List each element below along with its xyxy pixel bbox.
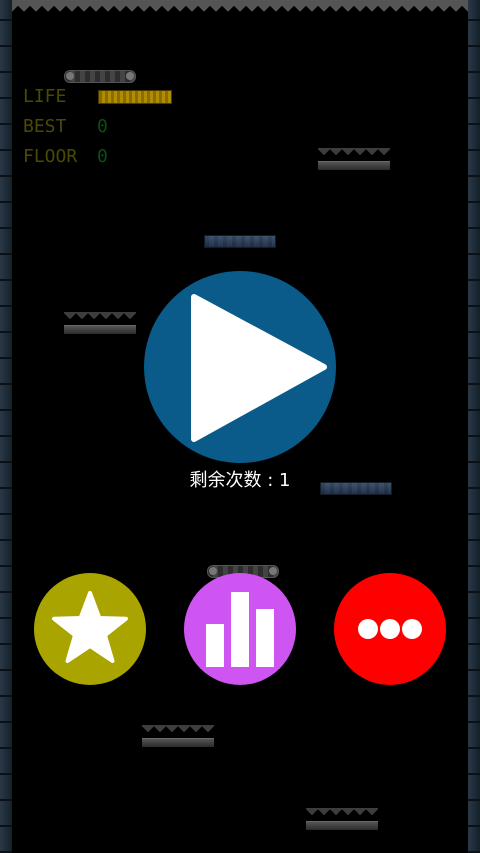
more-button[interactable]: [334, 573, 446, 685]
right-wall: [468, 0, 480, 853]
left-wall: [0, 0, 12, 853]
stone-platform: [204, 235, 276, 248]
more-dots-icon: [358, 619, 422, 639]
floor-row: FLOOR 0: [23, 146, 108, 167]
play-button[interactable]: [144, 271, 336, 463]
remaining-attempts-label: 剩余次数 : 1: [189, 470, 291, 491]
floor-label: FLOOR: [23, 146, 78, 167]
best-row: BEST 0: [23, 116, 108, 137]
spike-platform: [142, 725, 214, 747]
ceiling-spikes: [12, 0, 468, 12]
best-value: 0: [97, 116, 108, 137]
spike-platform: [64, 312, 136, 334]
rate-button[interactable]: [34, 573, 146, 685]
life-row: LIFE: [23, 86, 97, 107]
life-label: LIFE: [23, 86, 67, 107]
life-bar: [98, 90, 172, 104]
bar-chart-icon: [206, 592, 274, 667]
best-label: BEST: [23, 116, 67, 137]
conveyor-platform: [64, 70, 136, 83]
leaderboard-button[interactable]: [184, 573, 296, 685]
star-icon: [52, 591, 128, 663]
spike-platform: [306, 808, 378, 830]
play-icon: [191, 294, 327, 442]
spike-platform: [318, 148, 390, 170]
floor-value: 0: [97, 146, 108, 167]
